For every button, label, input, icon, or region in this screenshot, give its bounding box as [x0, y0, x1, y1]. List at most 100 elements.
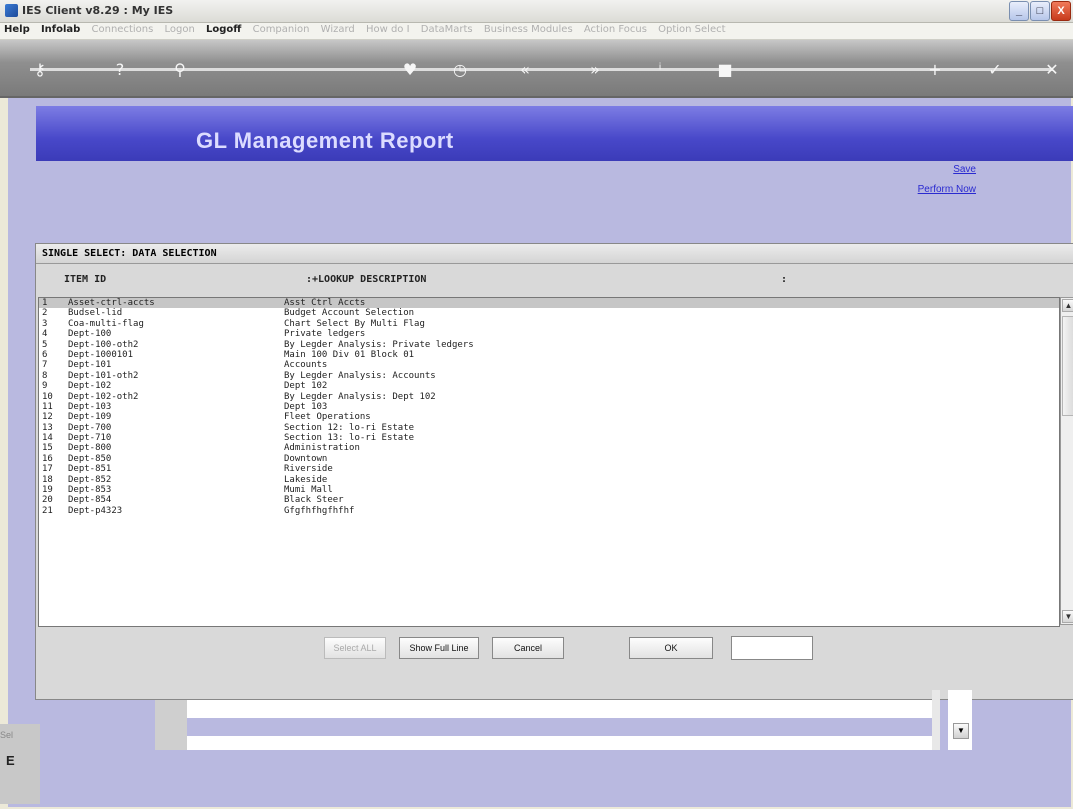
list-item[interactable]: 4 Dept-100 Private ledgers	[39, 329, 1059, 339]
list-item[interactable]: 13 Dept-700 Section 12: lo-ri Estate	[39, 423, 1059, 433]
scroll-thumb[interactable]	[1062, 316, 1073, 416]
menu-help[interactable]: Help	[0, 23, 34, 36]
row-description: Budget Account Selection	[284, 308, 415, 319]
row-description: Chart Select By Multi Flag	[284, 318, 425, 329]
lower-input-strip-top[interactable]	[187, 700, 932, 718]
app-icon	[5, 4, 18, 17]
menu-wizard[interactable]: Wizard	[317, 23, 359, 36]
menu-logon[interactable]: Logon	[161, 23, 199, 36]
list-item[interactable]: 11 Dept-103 Dept 103	[39, 402, 1059, 412]
scroll-up-arrow-icon[interactable]: ▲	[1062, 299, 1073, 312]
row-number: 10	[42, 391, 53, 402]
lower-dropdown-field[interactable]	[948, 690, 972, 750]
stop-icon[interactable]: ■	[715, 60, 735, 80]
row-description: Black Steer	[284, 495, 344, 506]
cancel-icon[interactable]: ✕	[1042, 60, 1062, 80]
page-title: GL Management Report	[196, 128, 454, 153]
cancel-button[interactable]: Cancel	[492, 637, 564, 659]
close-button[interactable]: X	[1051, 1, 1071, 21]
check-icon[interactable]: ✓	[985, 60, 1005, 80]
menu-datamarts[interactable]: DataMarts	[417, 23, 477, 36]
row-number: 21	[42, 505, 53, 516]
list-item[interactable]: 7 Dept-101 Accounts	[39, 360, 1059, 370]
row-item-id: Dept-102-oth2	[68, 391, 139, 402]
lower-panel-divider	[932, 690, 940, 750]
ok-button[interactable]: OK	[629, 637, 713, 659]
list-item[interactable]: 10 Dept-102-oth2 By Legder Analysis: Dept …	[39, 392, 1059, 402]
list-scrollbar[interactable]: ▲ ▼	[1060, 297, 1073, 625]
lower-input-strip-bottom[interactable]	[187, 736, 932, 750]
row-number: 16	[42, 453, 53, 464]
info-icon[interactable]: ⁱ	[650, 60, 670, 80]
menu-infolab[interactable]: Infolab	[37, 23, 84, 36]
forward-icon[interactable]: »	[585, 60, 605, 80]
row-description: Main 100 Div 01 Block 01	[284, 349, 415, 360]
add-icon[interactable]: +	[925, 60, 945, 80]
help-icon[interactable]: ?	[110, 60, 130, 80]
row-description: Gfgfhfhgfhfhf	[284, 505, 355, 516]
ok-input-field[interactable]	[731, 636, 813, 660]
menu-option-select[interactable]: Option Select	[654, 23, 729, 36]
list-item[interactable]: 17 Dept-851 Riverside	[39, 464, 1059, 474]
row-number: 20	[42, 495, 53, 506]
search-icon[interactable]: ⚲	[170, 60, 190, 80]
list-item[interactable]: 9 Dept-102 Dept 102	[39, 381, 1059, 391]
row-number: 15	[42, 443, 53, 454]
row-description: By Legder Analysis: Accounts	[284, 370, 436, 381]
row-description: Downtown	[284, 453, 328, 464]
row-description: Dept 102	[284, 381, 328, 392]
select-all-button[interactable]: Select ALL	[324, 637, 386, 659]
row-number: 18	[42, 474, 53, 485]
minimize-button[interactable]: _	[1009, 1, 1029, 21]
row-number: 8	[42, 370, 48, 381]
row-number: 11	[42, 401, 53, 412]
window-title: IES Client v8.29 : My IES	[22, 4, 174, 17]
row-description: Section 12: lo-ri Estate	[284, 422, 415, 433]
row-number: 19	[42, 485, 53, 496]
dropdown-arrow-icon[interactable]: ▼	[953, 723, 969, 739]
row-number: 3	[42, 318, 48, 329]
row-description: Dept 103	[284, 401, 328, 412]
row-item-id: Dept-852	[68, 474, 112, 485]
menu-logoff[interactable]: Logoff	[202, 23, 245, 36]
list-item[interactable]: 12 Dept-109 Fleet Operations	[39, 412, 1059, 422]
perform-now-link[interactable]: Perform Now	[918, 184, 976, 195]
row-description: Riverside	[284, 464, 333, 475]
menu-companion[interactable]: Companion	[249, 23, 314, 36]
back-icon[interactable]: «	[515, 60, 535, 80]
list-item[interactable]: 16 Dept-850 Downtown	[39, 454, 1059, 464]
scroll-down-arrow-icon[interactable]: ▼	[1062, 610, 1073, 623]
row-description: Mumi Mall	[284, 485, 333, 496]
list-item[interactable]: 5 Dept-100-oth2 By Legder Analysis: Privat…	[39, 340, 1059, 350]
left-side-panel: Sel E	[0, 724, 40, 804]
row-description: Private ledgers	[284, 329, 366, 340]
list-item[interactable]: 20 Dept-854 Black Steer	[39, 495, 1059, 505]
save-link[interactable]: Save	[918, 164, 976, 175]
selection-list[interactable]: 1 Asset-ctrl-accts Asst Ctrl Accts 2 Budsel…	[38, 297, 1060, 627]
column-header-separator: :	[781, 274, 788, 285]
row-description: By Legder Analysis: Private ledgers	[284, 339, 474, 350]
list-item[interactable]: 19 Dept-853 Mumi Mall	[39, 485, 1059, 495]
show-full-line-button[interactable]: Show Full Line	[399, 637, 479, 659]
list-item[interactable]: 14 Dept-710 Section 13: lo-ri Estate	[39, 433, 1059, 443]
data-selection-dialog: SINGLE SELECT: DATA SELECTION ITEM ID :+…	[35, 243, 1073, 700]
list-item[interactable]: 21 Dept-p4323 Gfgfhfhgfhfhf	[39, 506, 1059, 516]
list-item[interactable]: 1 Asset-ctrl-accts Asst Ctrl Accts	[39, 298, 1059, 309]
menu-connections[interactable]: Connections	[88, 23, 158, 36]
list-item[interactable]: 18 Dept-852 Lakeside	[39, 475, 1059, 485]
heart-icon[interactable]: ♥	[400, 60, 420, 80]
list-item[interactable]: 6 Dept-1000101 Main 100 Div 01 Block 01	[39, 350, 1059, 360]
menu-business-modules[interactable]: Business Modules	[480, 23, 577, 36]
list-item[interactable]: 15 Dept-800 Administration	[39, 443, 1059, 453]
lower-panel-left-block	[155, 700, 187, 750]
list-item[interactable]: 3 Coa-multi-flag Chart Select By Multi Fla…	[39, 319, 1059, 329]
row-item-id: Dept-800	[68, 443, 112, 454]
menu-action-focus[interactable]: Action Focus	[580, 23, 651, 36]
key-icon[interactable]: ⚷	[30, 60, 50, 80]
list-item[interactable]: 2 Budsel-lid Budget Account Selection	[39, 308, 1059, 318]
menu-how-do-i[interactable]: How do I	[362, 23, 414, 36]
row-item-id: Dept-1000101	[68, 349, 134, 360]
maximize-button[interactable]: □	[1030, 1, 1050, 21]
clock-icon[interactable]: ◷	[450, 60, 470, 80]
list-item[interactable]: 8 Dept-101-oth2 By Legder Analysis: Accoun…	[39, 371, 1059, 381]
